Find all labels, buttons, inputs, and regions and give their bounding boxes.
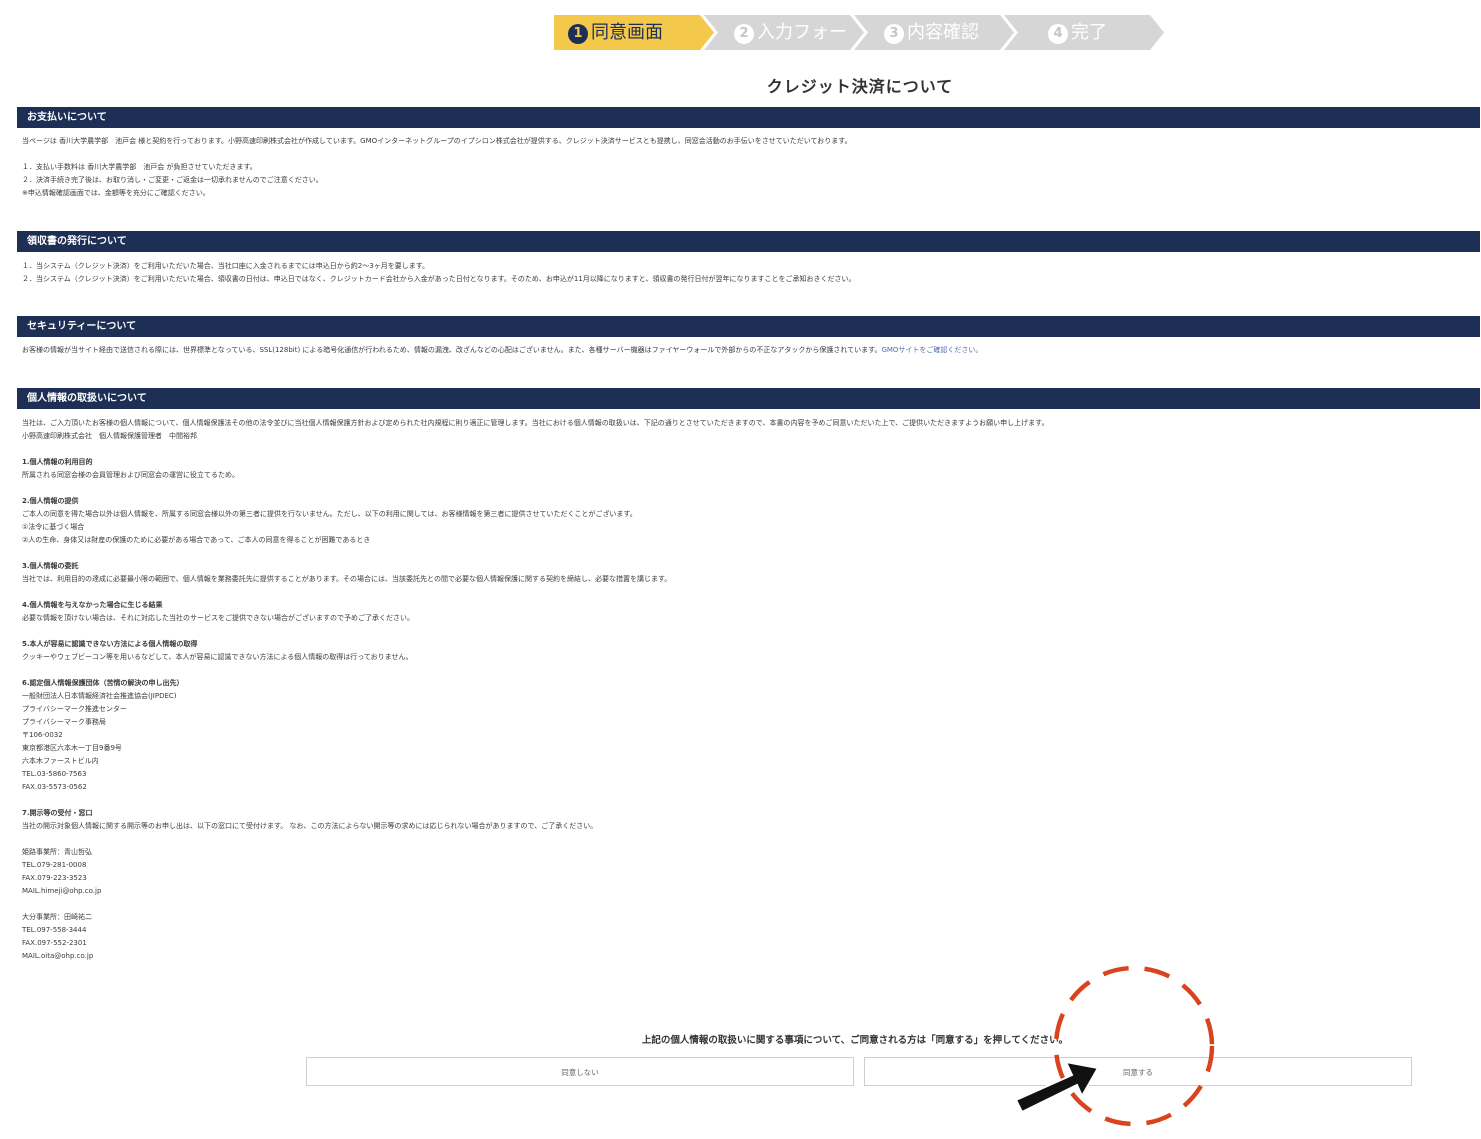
privacy-text-2c: ②人の生命、身体又は財産の保護のために必要がある場合であって、ご本人の同意を得る…	[22, 536, 371, 544]
payment-note: ※申込情報確認画面では、金額等を充分にご確認ください。	[22, 189, 210, 197]
section-header-security: セキュリティーについて	[17, 316, 1480, 337]
privacy-text-1: 所属される同窓会様の会員管理および同窓会の運営に役立てるため。	[22, 471, 239, 479]
jipdec-line: プライバシーマーク推進センター	[22, 705, 127, 713]
section-header-receipt: 領収書の発行について	[17, 231, 1480, 252]
oita-line: FAX.097-552-2301	[22, 939, 87, 947]
jipdec-line: 一般財団法人日本情報経済社会推進協会(JIPDEC)	[22, 692, 177, 700]
himeji-line: TEL.079-281-0008	[22, 861, 87, 869]
security-body: お客様の情報が当サイト経由で送信される際には、世界標準となっている、SSL(12…	[22, 346, 882, 354]
jipdec-line: FAX.03-5573-0562	[22, 783, 87, 791]
privacy-text-2a: ご本人の同意を得た場合以外は個人情報を、所属する同窓会様以外の第三者に提供を行な…	[22, 510, 637, 518]
privacy-text-4: 必要な情報を頂けない場合は、それに対応した当社のサービスをご提供できない場合がご…	[22, 614, 414, 622]
receipt-item-2: ２．当システム（クレジット決済）をご利用いただいた場合、領収書の日付は、申込日で…	[22, 275, 856, 283]
step-2-input-form: 2 入力フォーム	[704, 15, 864, 50]
privacy-intro: 当社は、ご入力頂いたお客様の個人情報について、個人情報保護法その他の法令並びに当…	[22, 419, 1049, 427]
step-4-complete: 4 完了	[1004, 15, 1164, 50]
payment-item-1: １．支払い手数料は 香川大学農学部 池戸会 が負担させていただきます。	[22, 163, 257, 171]
privacy-text-3: 当社では、利用目的の達成に必要最小限の範囲で、個人情報を業務委託先に提供すること…	[22, 575, 672, 583]
step-label: 内容確認	[907, 22, 979, 43]
agree-button[interactable]: 同意する	[864, 1057, 1412, 1086]
jipdec-line: プライバシーマーク事務局	[22, 718, 106, 726]
privacy-text-5: クッキーやウェブビーコン等を用いるなどして、本人が容易に認識できない方法による個…	[22, 653, 413, 661]
step-number: 3	[884, 24, 904, 44]
privacy-text-2b: ①法令に基づく場合	[22, 523, 85, 531]
gmo-site-link[interactable]: GMOサイトをご確認ください。	[881, 346, 982, 354]
dashed-circle-highlight	[1053, 965, 1215, 1127]
privacy-heading-7: 7.開示等の受付・窓口	[22, 809, 93, 817]
himeji-line: MAIL.himeji@ohp.co.jp	[22, 887, 102, 895]
step-1-consent: 1 同意画面	[554, 15, 714, 50]
jipdec-line: 東京都港区六本木一丁目9番9号	[22, 744, 122, 752]
privacy-heading-1: 1.個人情報の利用目的	[22, 458, 93, 466]
privacy-manager: 小野高速印刷株式会社 個人情報保護管理者 中間裕邦	[22, 432, 197, 440]
receipt-item-1: １．当システム（クレジット決済）をご利用いただいた場合、当社口座に入金されるまで…	[22, 262, 429, 270]
privacy-heading-4: 4.個人情報を与えなかった場合に生じる結果	[22, 601, 163, 609]
section-header-privacy: 個人情報の取扱いについて	[17, 388, 1480, 409]
step-number: 4	[1048, 24, 1068, 44]
jipdec-line: 〒106-0032	[22, 731, 63, 739]
step-number: 1	[568, 24, 588, 44]
oita-line: TEL.097-558-3444	[22, 926, 87, 934]
security-text: お客様の情報が当サイト経由で送信される際には、世界標準となっている、SSL(12…	[22, 344, 982, 357]
section-header-payment: お支払いについて	[17, 107, 1480, 128]
consent-note: 上記の個人情報の取扱いに関する事項について、ご同意される方は「同意する」を押して…	[641, 1035, 1069, 1046]
step-label: 同意画面	[591, 22, 663, 43]
privacy-heading-2: 2.個人情報の提供	[22, 497, 79, 505]
privacy-text-7: 当社の開示対象個人情報に関する開示等のお申し出は、以下の窓口にて受付けます。 な…	[22, 822, 598, 830]
privacy-heading-3: 3.個人情報の委託	[22, 562, 79, 570]
page-title: クレジット決済について	[766, 77, 954, 96]
himeji-line: 姫路事業所：青山哲弘	[22, 848, 92, 856]
payment-item-2: ２．決済手続き完了後は、お取り消し・ご変更・ご返金は一切承れませんのでご注意くだ…	[22, 176, 323, 184]
disagree-button[interactable]: 同意しない	[306, 1057, 854, 1086]
payment-intro: 当ページは 香川大学農学部 池戸会 様と契約を行っております。小野高速印刷株式会…	[22, 137, 852, 145]
step-3-confirm: 3 内容確認	[854, 15, 1014, 50]
privacy-heading-6: 6.認定個人情報保護団体（苦情の解決の申し出先）	[22, 679, 184, 687]
oita-line: 大分事業所：田崎祐二	[22, 913, 92, 921]
oita-line: MAIL.oita@ohp.co.jp	[22, 952, 94, 960]
jipdec-line: TEL.03-5860-7563	[22, 770, 87, 778]
step-number: 2	[734, 24, 754, 44]
privacy-heading-5: 5.本人が容易に認識できない方法による個人情報の取得	[22, 640, 198, 648]
jipdec-line: 六本木ファーストビル内	[22, 757, 99, 765]
step-label: 完了	[1071, 22, 1107, 43]
himeji-line: FAX.079-223-3523	[22, 874, 87, 882]
